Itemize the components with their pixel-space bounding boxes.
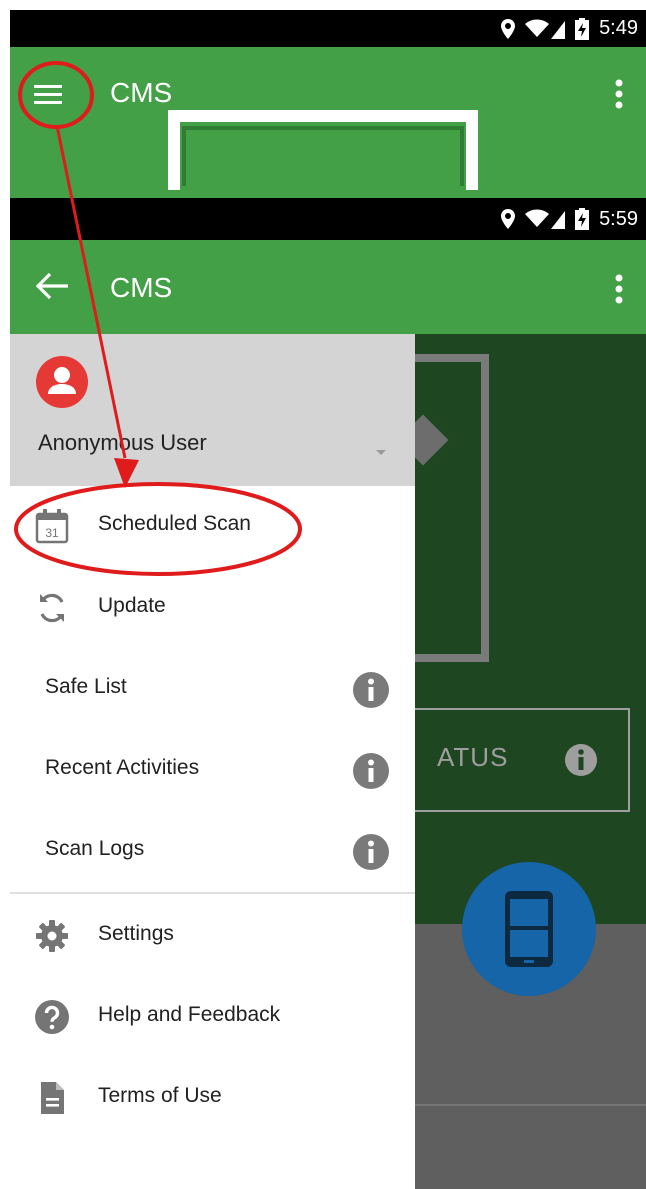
status-time: 5:59 xyxy=(599,207,638,230)
hamburger-menu-icon[interactable] xyxy=(28,75,68,115)
menu-item-settings[interactable]: Settings xyxy=(10,904,415,968)
status-bar-top: 5:49 xyxy=(10,10,646,47)
avatar xyxy=(36,356,88,408)
calendar-day: 31 xyxy=(45,526,59,540)
drawer-divider xyxy=(10,892,415,894)
location-icon xyxy=(501,209,516,229)
menu-item-scheduled-scan[interactable]: 31 Scheduled Scan xyxy=(10,494,415,558)
menu-item-label: Scheduled Scan xyxy=(98,512,251,535)
gear-icon xyxy=(36,920,68,952)
menu-item-label: Settings xyxy=(98,922,174,945)
content-divider xyxy=(415,1104,646,1106)
status-label: ATUS xyxy=(437,742,509,772)
more-vert-icon[interactable] xyxy=(614,272,624,306)
menu-item-label: Update xyxy=(98,594,166,617)
battery-icon xyxy=(575,208,590,230)
phone-icon xyxy=(505,891,553,967)
more-vert-icon[interactable] xyxy=(614,77,624,111)
scan-frame xyxy=(415,354,489,662)
info-icon[interactable] xyxy=(352,833,390,871)
menu-item-label: Scan Logs xyxy=(45,837,145,860)
app-bar-bottom: CMS xyxy=(10,240,646,334)
app-title: CMS xyxy=(110,272,173,303)
menu-item-recent-activities[interactable]: Recent Activities xyxy=(10,738,415,802)
menu-item-scan-logs[interactable]: Scan Logs xyxy=(10,819,415,883)
app-title: CMS xyxy=(110,77,173,108)
menu-item-label: Help and Feedback xyxy=(98,1003,281,1026)
device-scan-fab[interactable] xyxy=(462,862,596,996)
refresh-icon xyxy=(40,593,64,623)
user-icon xyxy=(48,367,76,394)
status-time: 5:49 xyxy=(599,17,638,39)
dimmed-main-content[interactable]: ATUS xyxy=(415,334,646,1189)
menu-item-label: Safe List xyxy=(45,675,127,698)
status-bar-bottom: 5:59 xyxy=(10,198,646,240)
battery-icon xyxy=(575,17,590,40)
menu-item-label: Terms of Use xyxy=(98,1084,222,1107)
location-icon xyxy=(501,18,516,39)
wifi-signal-icon xyxy=(525,209,566,229)
back-arrow-icon[interactable] xyxy=(36,272,70,300)
wifi-signal-icon xyxy=(525,19,566,39)
background-frame-inner xyxy=(182,126,464,186)
info-icon xyxy=(565,744,597,776)
calendar-icon: 31 xyxy=(35,509,69,544)
drawer-header[interactable]: Anonymous User xyxy=(10,334,415,486)
menu-item-label: Recent Activities xyxy=(45,756,200,779)
menu-item-safe-list[interactable]: Safe List xyxy=(10,657,415,721)
menu-item-help-feedback[interactable]: Help and Feedback xyxy=(10,985,415,1049)
info-icon[interactable] xyxy=(352,671,390,709)
menu-item-update[interactable]: Update xyxy=(10,576,415,640)
menu-item-terms-of-use[interactable]: Terms of Use xyxy=(10,1066,415,1130)
info-icon[interactable] xyxy=(352,752,390,790)
user-name: Anonymous User xyxy=(38,430,207,455)
document-icon xyxy=(41,1082,64,1114)
help-icon xyxy=(35,1000,69,1034)
account-dropdown-icon[interactable] xyxy=(376,450,386,455)
navigation-drawer: Anonymous User 31 Scheduled Scan Update … xyxy=(10,334,415,1189)
